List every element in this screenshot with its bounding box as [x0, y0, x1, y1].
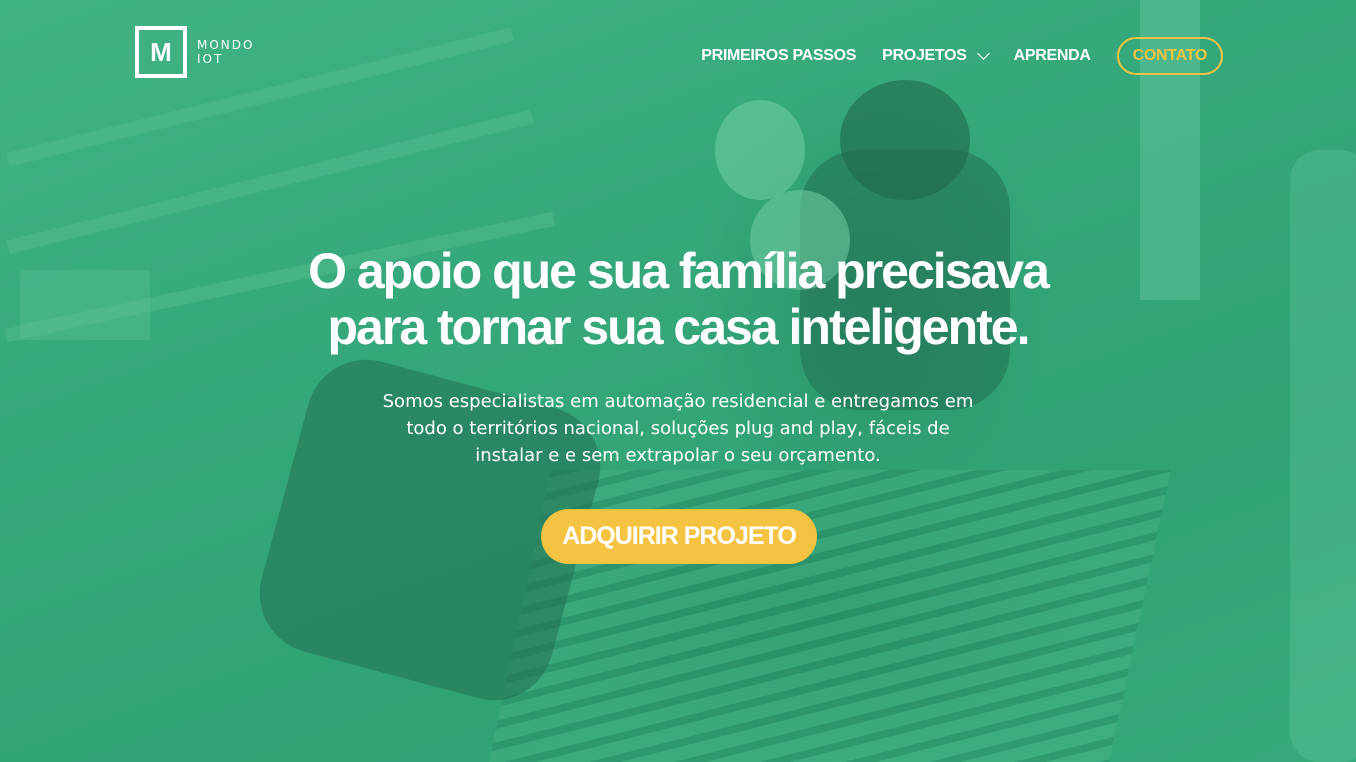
nav-primeiros-passos[interactable]: PRIMEIROS PASSOS: [701, 47, 856, 65]
hero-background-photo: [0, 0, 1356, 762]
logo-name-line2: IOT: [197, 52, 224, 66]
logo-mark[interactable]: M: [135, 26, 187, 78]
logo-name-line1: MONDO: [197, 38, 255, 52]
subtitle-line-2: todo o territórios nacional, soluções pl…: [406, 418, 950, 439]
subtitle-line-3: instalar e e sem extrapolar o seu orçame…: [475, 445, 881, 466]
subtitle-line-1: Somos especialistas em automação residen…: [382, 391, 974, 412]
nav-label: APRENDA: [1013, 47, 1091, 64]
hero-subtitle: Somos especialistas em automação residen…: [0, 388, 1356, 469]
chevron-down-icon: [976, 47, 990, 60]
adquirir-projeto-button[interactable]: ADQUIRIR PROJETO: [541, 509, 817, 564]
green-overlay: [0, 0, 1356, 762]
headline-line-1: O apoio que sua família precisava: [308, 243, 1050, 299]
logo-wordmark[interactable]: MONDO IOT: [197, 38, 254, 66]
contact-button[interactable]: CONTATO: [1116, 37, 1223, 75]
nav-aprenda[interactable]: APRENDA: [1014, 47, 1091, 65]
main-nav: PRIMEIROS PASSOS PROJETOS APRENDA CONTAT…: [701, 37, 1223, 75]
nav-label: PRIMEIROS PASSOS: [701, 47, 857, 64]
nav-projetos-dropdown[interactable]: PROJETOS: [882, 47, 990, 65]
hero-headline: O apoio que sua família precisava para t…: [0, 243, 1356, 355]
headline-line-2: para tornar sua casa inteligente.: [327, 299, 1031, 355]
nav-label: PROJETOS: [882, 47, 967, 64]
logo-letter: M: [150, 36, 172, 67]
